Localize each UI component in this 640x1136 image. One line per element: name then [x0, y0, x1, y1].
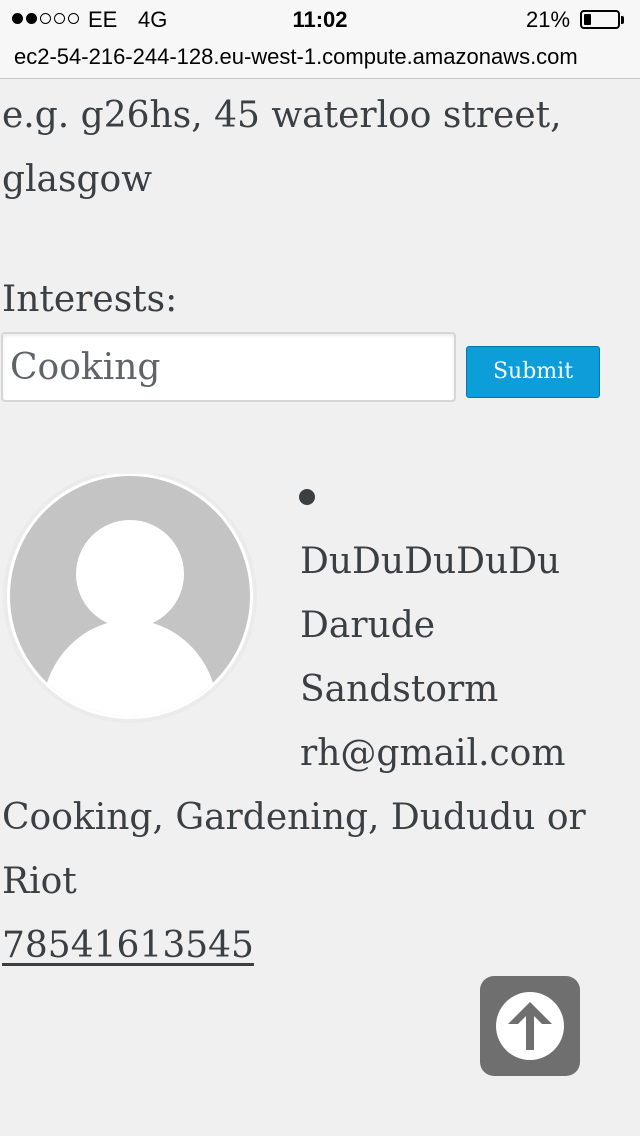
battery-percent: 21%: [526, 7, 571, 32]
submit-button[interactable]: Submit: [466, 346, 600, 398]
status-bar: EE 4G 11:02 21%: [0, 0, 640, 40]
profile-last-name: Sandstorm: [300, 669, 499, 710]
profile-username: DuDuDuDuDu: [300, 541, 561, 582]
arrow-up-circle-icon: [496, 992, 564, 1060]
profile-email: rh@gmail.com: [300, 733, 566, 774]
battery-tip: [621, 16, 624, 24]
location-hint-text: e.g. g26hs, 45 waterloo street, glasgow: [2, 95, 562, 200]
address-bar-url[interactable]: ec2-54-216-244-128.eu-west-1.compute.ama…: [14, 44, 578, 70]
profile-interests: Cooking, Gardening, Dududu or Riot: [2, 797, 586, 902]
back-to-top-button[interactable]: [480, 976, 580, 1076]
list-bullet: [299, 489, 315, 505]
default-user-avatar-icon: [0, 469, 262, 728]
battery-icon: [580, 10, 620, 29]
profile-first-name: Darude: [300, 605, 436, 646]
interests-label: Interests:: [2, 279, 178, 320]
battery-fill: [584, 14, 591, 25]
profile-phone-link[interactable]: 78541613545: [2, 914, 254, 978]
address-bar[interactable]: ec2-54-216-244-128.eu-west-1.compute.ama…: [0, 40, 640, 79]
interests-input[interactable]: [1, 332, 456, 402]
